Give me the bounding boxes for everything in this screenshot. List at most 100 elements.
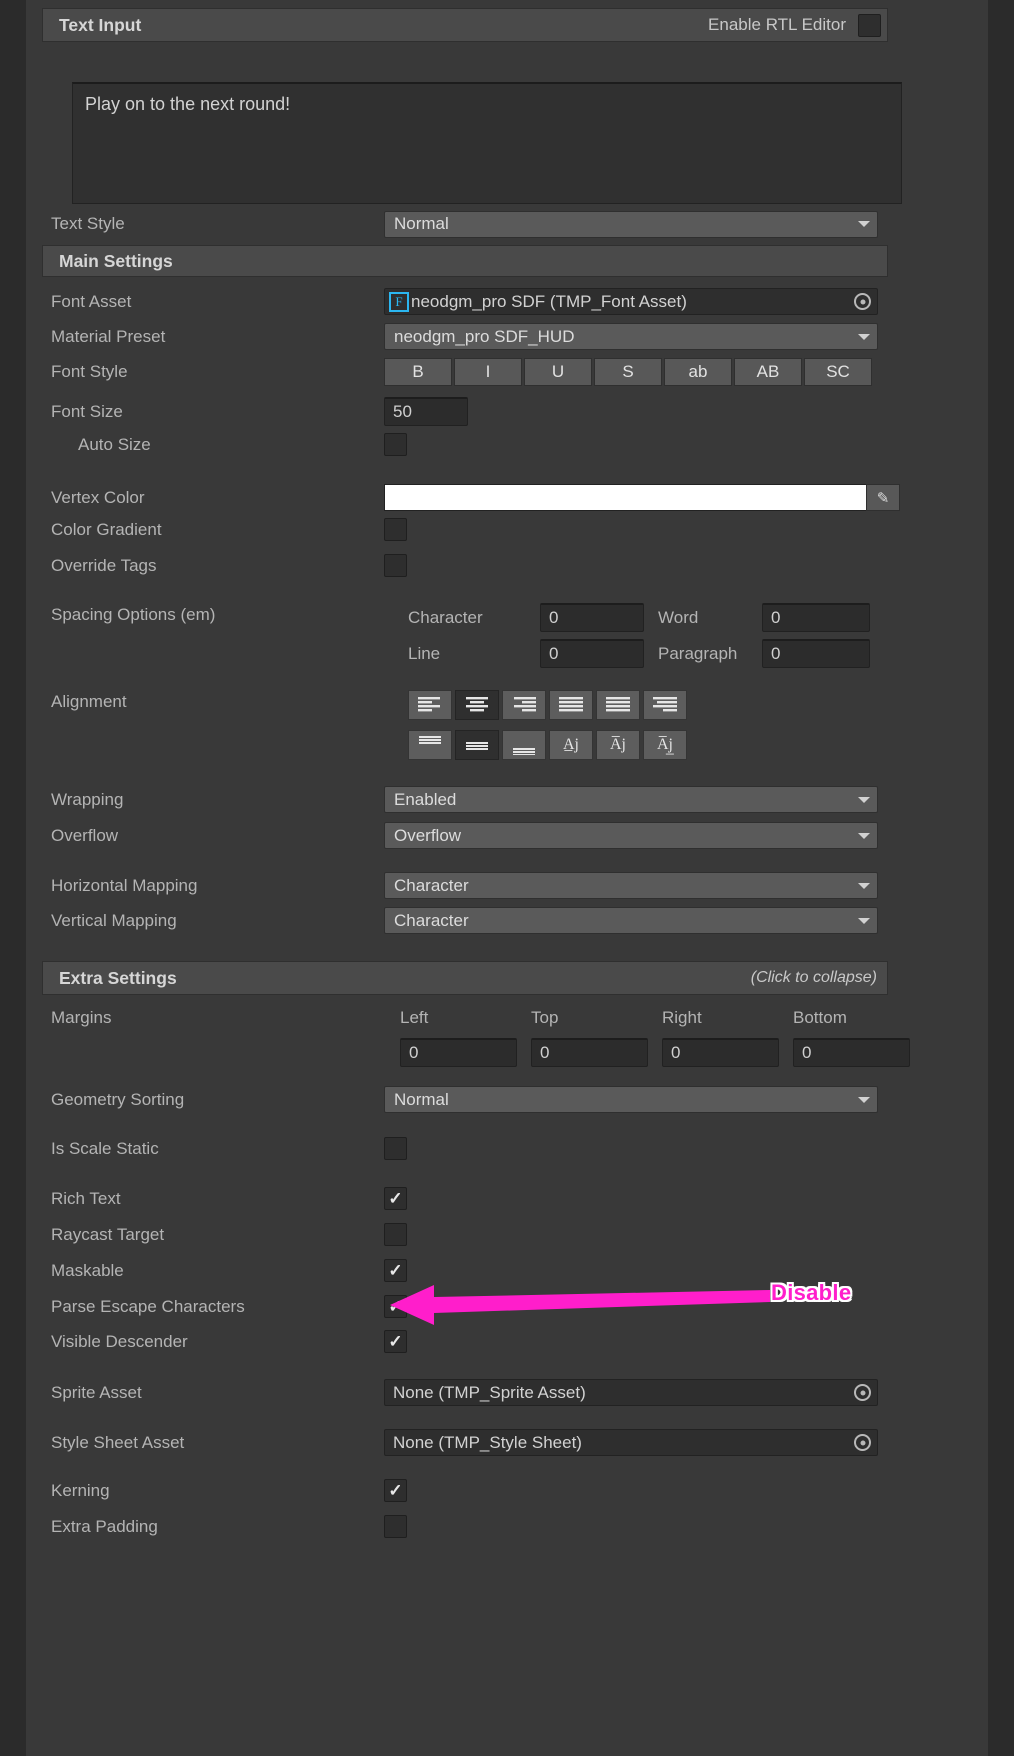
align-geometry-center-button[interactable]: [643, 690, 687, 720]
align-center-button[interactable]: [455, 690, 499, 720]
rich-text-checkbox[interactable]: ✓: [384, 1187, 407, 1210]
text-input-header[interactable]: Text Input Enable RTL Editor ✓: [42, 8, 888, 42]
kerning-checkbox[interactable]: ✓: [384, 1479, 407, 1502]
align-midline-button[interactable]: A̅j: [596, 730, 640, 760]
margin-field-group[interactable]: 0 0 0 0: [400, 1038, 924, 1067]
spacing-line-group: Line 0 Paragraph 0: [408, 639, 870, 668]
alignment-vertical-group[interactable]: A̲j A̅j A̅j̲: [408, 730, 687, 760]
extra-padding-row: Extra Padding ✓: [26, 1515, 988, 1538]
margin-input-left[interactable]: 0: [400, 1038, 517, 1067]
extra-padding-checkbox[interactable]: ✓: [384, 1515, 407, 1538]
enable-rtl-editor-checkbox[interactable]: ✓: [858, 13, 881, 37]
font-style-button-ab[interactable]: AB: [734, 358, 802, 386]
override-tags-row: Override Tags ✓: [26, 554, 988, 577]
align-flush-button[interactable]: [596, 690, 640, 720]
align-top-button[interactable]: [408, 730, 452, 760]
font-style-button-b[interactable]: B: [384, 358, 452, 386]
sprite-asset-objectfield[interactable]: None (TMP_Sprite Asset): [384, 1379, 878, 1406]
margin-value-top: 0: [540, 1043, 550, 1062]
is-scale-static-label: Is Scale Static: [51, 1138, 159, 1158]
vertical-mapping-dropdown[interactable]: Character: [384, 907, 878, 934]
spacing-paragraph-label: Paragraph: [658, 643, 738, 663]
margin-input-bottom[interactable]: 0: [793, 1038, 910, 1067]
align-left-button[interactable]: [408, 690, 452, 720]
color-gradient-row: Color Gradient ✓: [26, 518, 988, 541]
vertex-color-field[interactable]: [384, 484, 878, 511]
raycast-target-checkbox[interactable]: ✓: [384, 1223, 407, 1246]
horizontal-mapping-dropdown[interactable]: Character: [384, 872, 878, 899]
vertical-mapping-value: Character: [394, 910, 469, 930]
text-input-textarea[interactable]: Play on to the next round!: [72, 82, 902, 204]
style-sheet-asset-value: None (TMP_Style Sheet): [393, 1432, 582, 1452]
spacing-paragraph-input[interactable]: 0: [762, 639, 870, 668]
font-style-button-sc[interactable]: SC: [804, 358, 872, 386]
geometry-sorting-value: Normal: [394, 1089, 449, 1109]
align-capline-button[interactable]: A̅j̲: [643, 730, 687, 760]
align-bottom-button[interactable]: [502, 730, 546, 760]
overflow-label: Overflow: [51, 825, 119, 845]
vertical-mapping-label: Vertical Mapping: [51, 910, 177, 930]
margin-input-top[interactable]: 0: [531, 1038, 648, 1067]
margin-input-right[interactable]: 0: [662, 1038, 779, 1067]
right-gutter: [988, 0, 1014, 1756]
material-preset-value: neodgm_pro SDF_HUD: [394, 326, 575, 346]
extra-settings-title: Extra Settings: [59, 967, 177, 988]
font-style-button-i[interactable]: I: [454, 358, 522, 386]
font-size-value: 50: [393, 402, 412, 421]
font-style-button-s[interactable]: S: [594, 358, 662, 386]
overflow-dropdown[interactable]: Overflow: [384, 822, 878, 849]
spacing-word-input[interactable]: 0: [762, 603, 870, 632]
rich-text-row: Rich Text ✓: [26, 1187, 988, 1210]
font-style-button-u[interactable]: U: [524, 358, 592, 386]
material-preset-label: Material Preset: [51, 326, 166, 346]
geometry-sorting-dropdown[interactable]: Normal: [384, 1086, 878, 1113]
text-input-title: Text Input: [59, 14, 142, 35]
font-asset-objectfield[interactable]: F neodgm_pro SDF (TMP_Font Asset): [384, 288, 878, 315]
overflow-row: Overflow Overflow: [26, 822, 988, 849]
kerning-row: Kerning ✓: [26, 1479, 988, 1502]
main-settings-header[interactable]: Main Settings: [42, 245, 888, 277]
override-tags-checkbox[interactable]: ✓: [384, 554, 407, 577]
object-picker-icon[interactable]: [854, 1434, 871, 1451]
object-picker-icon[interactable]: [854, 1384, 871, 1401]
margin-label-group: Left Top Right Bottom: [400, 1008, 924, 1028]
is-scale-static-checkbox[interactable]: ✓: [384, 1137, 407, 1160]
vertex-color-swatch[interactable]: [385, 485, 877, 510]
text-style-dropdown[interactable]: Normal: [384, 210, 878, 238]
align-right-button[interactable]: [502, 690, 546, 720]
rich-text-label: Rich Text: [51, 1188, 121, 1208]
align-middle-button[interactable]: [455, 730, 499, 760]
eyedropper-icon[interactable]: ✎: [866, 484, 900, 511]
inspector-body: Text Input Enable RTL Editor ✓ Play on t…: [26, 0, 988, 1756]
font-size-input[interactable]: 50: [384, 397, 468, 426]
style-sheet-asset-objectfield[interactable]: None (TMP_Style Sheet): [384, 1429, 878, 1456]
spacing-character-group: Character 0 Word 0: [408, 603, 870, 632]
wrapping-dropdown[interactable]: Enabled: [384, 786, 878, 813]
color-gradient-label: Color Gradient: [51, 519, 162, 539]
extra-settings-header[interactable]: Extra Settings (Click to collapse): [42, 961, 888, 995]
text-style-label: Text Style: [51, 214, 125, 233]
extra-padding-label: Extra Padding: [51, 1516, 158, 1536]
font-style-button-ab[interactable]: ab: [664, 358, 732, 386]
align-justified-button[interactable]: [549, 690, 593, 720]
object-picker-icon[interactable]: [854, 293, 871, 310]
font-style-button-group[interactable]: B I U Sab AB SC: [384, 358, 872, 386]
margin-value-left: 0: [409, 1043, 419, 1062]
alignment-horizontal-group[interactable]: [408, 690, 687, 720]
spacing-line-input[interactable]: 0: [540, 639, 644, 668]
margin-label-top: Top: [531, 1008, 559, 1027]
override-tags-label: Override Tags: [51, 555, 157, 575]
chevron-down-icon: [858, 796, 870, 803]
style-sheet-asset-row: Style Sheet Asset None (TMP_Style Sheet): [26, 1429, 988, 1456]
alignment-label: Alignment: [51, 692, 127, 711]
align-baseline-button[interactable]: A̲j: [549, 730, 593, 760]
spacing-options-label: Spacing Options (em): [51, 605, 216, 624]
spacing-word-value: 0: [771, 608, 781, 627]
color-gradient-checkbox[interactable]: ✓: [384, 518, 407, 541]
chevron-down-icon: [858, 1096, 870, 1103]
spacing-line-label: Line: [408, 643, 441, 663]
wrapping-row: Wrapping Enabled: [26, 786, 988, 813]
spacing-character-input[interactable]: 0: [540, 603, 644, 632]
auto-size-checkbox[interactable]: ✓: [384, 433, 407, 456]
material-preset-dropdown[interactable]: neodgm_pro SDF_HUD: [384, 323, 878, 350]
